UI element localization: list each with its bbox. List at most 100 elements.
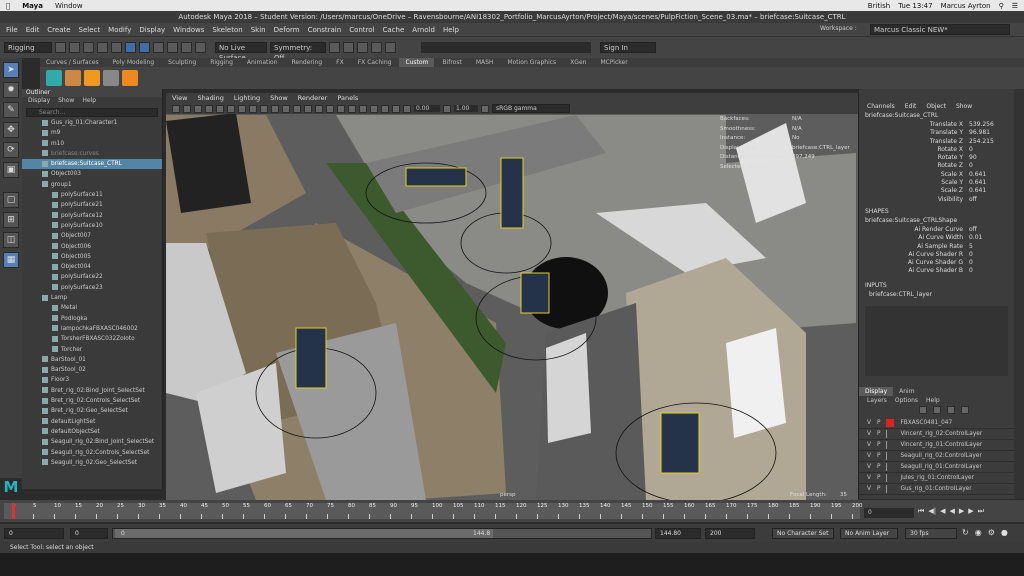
outliner-item[interactable]: defaultObjectSet <box>22 427 162 437</box>
resolution-gate-icon[interactable] <box>238 104 246 113</box>
outliner-item[interactable]: polySurface21 <box>22 200 162 210</box>
go-to-start-icon[interactable]: ⏮ <box>918 507 924 519</box>
shelf-tab[interactable]: Bifrost <box>436 58 467 67</box>
range-handle[interactable] <box>115 529 493 538</box>
menu-item-skeleton[interactable]: Skeleton <box>212 26 242 34</box>
select-hierarchy-icon[interactable] <box>125 42 136 53</box>
outliner-item[interactable]: Torcher <box>22 345 162 355</box>
layer-row[interactable]: V P Jules_rig_01:ControlLayer <box>859 473 1014 484</box>
language-indicator[interactable]: British <box>868 2 890 10</box>
shelf-tab[interactable]: Rigging <box>204 58 239 67</box>
input-name[interactable]: briefcase:CTRL_layer <box>859 291 1014 300</box>
app-menu[interactable]: Maya <box>22 2 43 10</box>
outliner-item[interactable]: briefcase:Suitcase_CTRL <box>22 159 162 170</box>
shelf-tab[interactable]: Animation <box>241 58 284 67</box>
outliner-item[interactable]: Bret_rig_02:Controls_SelectSet <box>22 396 162 406</box>
lasso-tool-icon[interactable]: ✹ <box>3 82 19 98</box>
outliner-item[interactable]: m10 <box>22 139 162 149</box>
color-management-icon[interactable] <box>481 104 489 113</box>
smooth-shade-icon[interactable] <box>293 104 301 113</box>
current-time-indicator[interactable] <box>12 503 15 519</box>
search-icon[interactable]: ⚲ <box>999 2 1004 10</box>
outliner-item[interactable]: Object007 <box>22 231 162 241</box>
backface-icon[interactable] <box>392 104 400 113</box>
outliner-item[interactable]: polySurface10 <box>22 221 162 231</box>
command-field[interactable] <box>421 42 591 53</box>
outliner-item[interactable]: polySurface22 <box>22 272 162 282</box>
new-scene-icon[interactable] <box>55 42 66 53</box>
outliner-item[interactable]: Seagull_rig_02:Geo_SelectSet <box>22 458 162 468</box>
menuset-select[interactable]: Rigging <box>4 42 52 53</box>
attribute-value[interactable]: 0 <box>969 259 1014 267</box>
shelf-tab[interactable]: Sculpting <box>162 58 202 67</box>
menu-item-edit[interactable]: Edit <box>26 26 40 34</box>
xray-joints-icon[interactable] <box>381 104 389 113</box>
user-name[interactable]: Marcus Ayrton <box>941 2 991 10</box>
sign-in-button[interactable]: Sign In <box>600 42 656 53</box>
menu-item-select[interactable]: Select <box>79 26 101 34</box>
menu-item-skin[interactable]: Skin <box>251 26 266 34</box>
menu-item-deform[interactable]: Deform <box>274 26 300 34</box>
grid-icon[interactable] <box>216 104 224 113</box>
end-time-field[interactable]: 200 <box>705 528 755 539</box>
outliner-item[interactable]: Object005 <box>22 252 162 262</box>
gate-mask-icon[interactable] <box>249 104 257 113</box>
outliner-item[interactable]: polySurface12 <box>22 211 162 221</box>
menu-item-arnold[interactable]: Arnold <box>412 26 435 34</box>
fps-select[interactable]: 30 fps <box>905 528 957 539</box>
viewport-menu-item[interactable]: Shading <box>197 93 223 103</box>
attribute-value[interactable]: 254.215 <box>969 138 1014 146</box>
range-slider[interactable]: 0 144.8 <box>112 528 652 539</box>
outliner-item[interactable]: m9 <box>22 128 162 138</box>
bookmark-icon[interactable] <box>194 104 202 113</box>
outliner-item[interactable]: TorsherFBXASC032Zoloto <box>22 334 162 344</box>
snap-curve-icon[interactable] <box>181 42 192 53</box>
colorspace-select[interactable]: sRGB gamma <box>492 104 570 113</box>
menu-item-create[interactable]: Create <box>47 26 70 34</box>
channel-box-menu-item[interactable]: Object <box>926 103 946 110</box>
attribute-value[interactable]: off <box>969 196 1014 204</box>
select-object-icon[interactable] <box>139 42 150 53</box>
redo-icon[interactable] <box>111 42 122 53</box>
shelf-character-icon[interactable] <box>84 70 100 86</box>
attribute-value[interactable]: off <box>969 226 1014 234</box>
attribute-value[interactable]: 0 <box>969 162 1014 170</box>
move-tool-icon[interactable]: ✥ <box>3 122 19 138</box>
layer-playback-toggle[interactable]: P <box>877 442 881 448</box>
layout-single-icon[interactable]: ▢ <box>3 192 19 208</box>
viewport-menu-item[interactable]: Show <box>270 93 288 103</box>
ao-icon[interactable] <box>337 104 345 113</box>
outliner-item[interactable]: polySurface11 <box>22 190 162 200</box>
channel-box-menu-item[interactable]: Channels <box>867 103 895 110</box>
play-icon[interactable]: ▶ <box>959 507 964 519</box>
textured-icon[interactable] <box>304 104 312 113</box>
save-scene-icon[interactable] <box>83 42 94 53</box>
start-time-field[interactable]: 0 <box>4 528 64 539</box>
layer-down-icon[interactable] <box>933 406 941 414</box>
outliner-item[interactable]: Object006 <box>22 242 162 252</box>
ipr-render-icon[interactable] <box>343 42 354 53</box>
outliner-item[interactable]: Bret_rig_02:Bind_Joint_SelectSet <box>22 386 162 396</box>
new-layer-selected-icon[interactable] <box>961 406 969 414</box>
outliner-item[interactable]: Bret_rig_02:Geo_SelectSet <box>22 406 162 416</box>
shelf-tab[interactable]: Curves / Surfaces <box>40 58 105 67</box>
channel-box-menu-item[interactable]: Show <box>956 103 972 110</box>
outliner-item[interactable]: Podlogka <box>22 314 162 324</box>
channel-attribute[interactable]: Translate Y 96.981 <box>859 129 1014 137</box>
loop-icon[interactable]: ↻ <box>962 528 969 537</box>
shelf-tab[interactable]: MASH <box>470 58 500 67</box>
new-layer-icon[interactable] <box>947 406 955 414</box>
menu-item-cache[interactable]: Cache <box>383 26 405 34</box>
layer-up-icon[interactable] <box>919 406 927 414</box>
attribute-value[interactable]: 539.256 <box>969 121 1014 129</box>
shelf-character-icon[interactable] <box>65 70 81 86</box>
exposure-icon[interactable] <box>403 104 411 113</box>
outliner-item[interactable]: defaultLightSet <box>22 417 162 427</box>
channel-attribute[interactable]: Rotate Y 90 <box>859 154 1014 162</box>
layer-menu-item[interactable]: Layers <box>867 396 887 406</box>
outliner-item[interactable]: polySurface23 <box>22 283 162 293</box>
auto-key-icon[interactable]: ◉ <box>975 528 982 537</box>
layer-playback-toggle[interactable]: P <box>877 431 881 437</box>
layer-tab[interactable]: Display <box>859 387 894 396</box>
shelf-tab[interactable]: XGen <box>564 58 592 67</box>
